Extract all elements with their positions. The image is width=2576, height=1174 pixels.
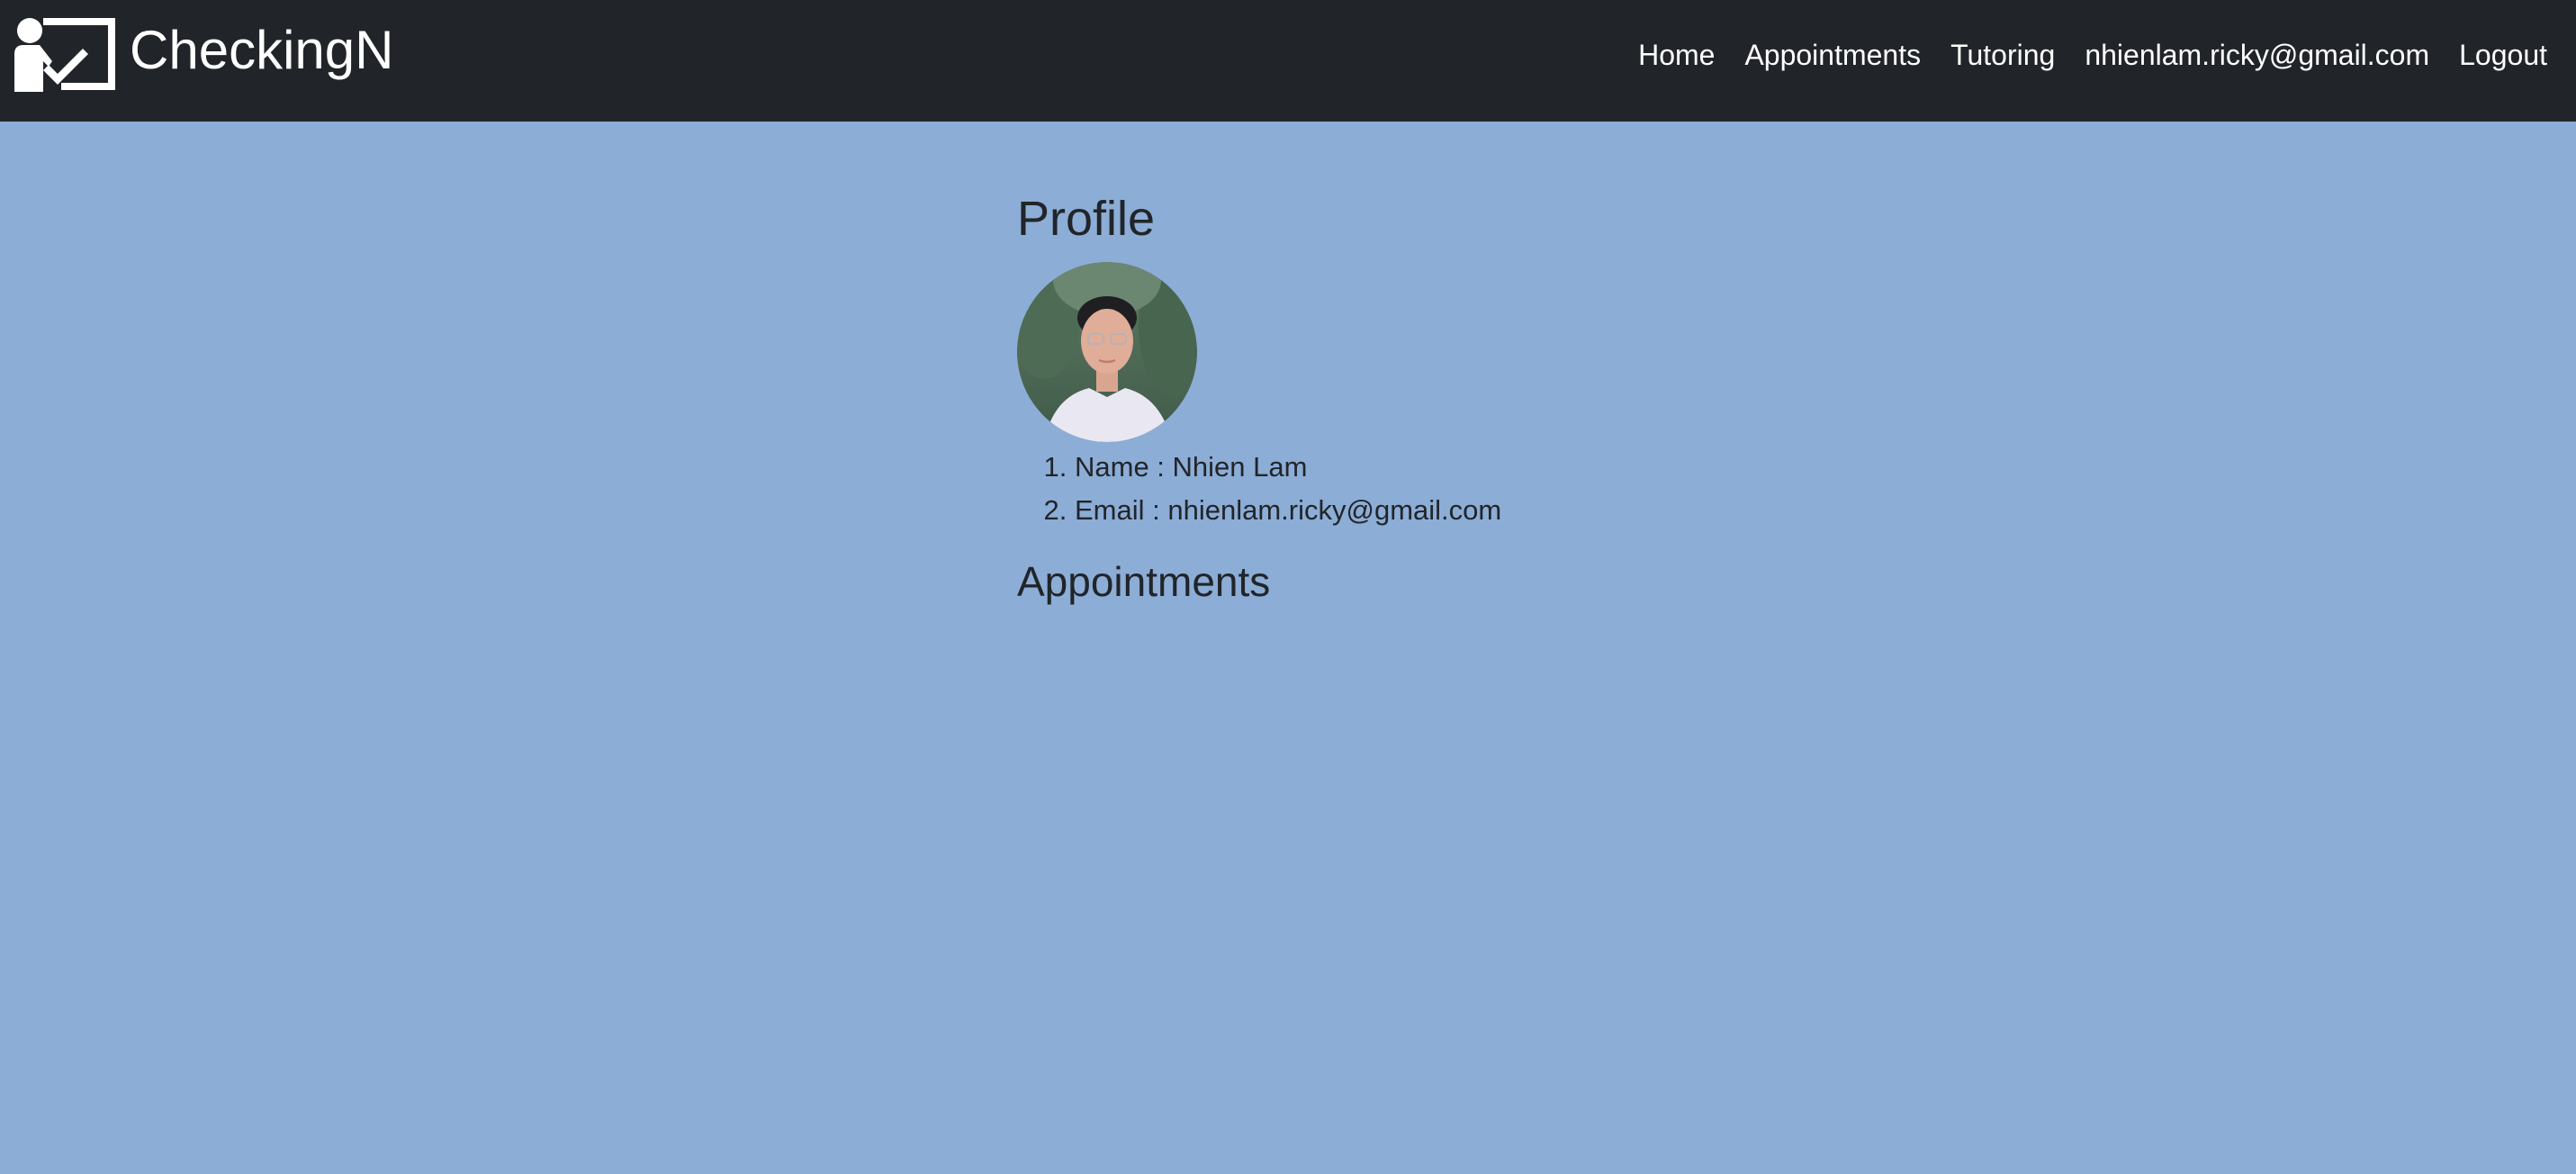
profile-name-item: Name : Nhien Lam	[1075, 446, 1827, 489]
top-navbar: CheckingN Home Appointments Tutoring nhi…	[0, 0, 2576, 122]
profile-container: Profile 1. Name: Nhien Lam 2. Email: n…	[1017, 192, 1827, 608]
profile-email-item: Email : nhienlam.ricky@gmail.com	[1075, 489, 1827, 532]
nav-logout-link[interactable]: Logout	[2459, 39, 2547, 72]
nav-links: Home Appointments Tutoring nhienlam.rick…	[1638, 0, 2547, 110]
brand-name: CheckingN	[130, 20, 394, 80]
nav-user-email-link[interactable]: nhienlam.ricky@gmail.com	[2085, 39, 2429, 72]
avatar	[1017, 262, 1197, 443]
appointments-heading: Appointments	[1017, 558, 1271, 606]
brand-link[interactable]: CheckingN	[13, 16, 393, 92]
page-title: Profile	[1017, 192, 1156, 246]
profile-details-list: Name : Nhien Lam Email : nhienlam.ricky@…	[1017, 446, 1827, 532]
nav-appointments-link[interactable]: Appointments	[1744, 39, 1921, 72]
nav-tutoring-link[interactable]: Tutoring	[1950, 39, 2055, 72]
teacher-board-check-icon	[14, 18, 115, 92]
nav-home-link[interactable]: Home	[1638, 39, 1715, 72]
